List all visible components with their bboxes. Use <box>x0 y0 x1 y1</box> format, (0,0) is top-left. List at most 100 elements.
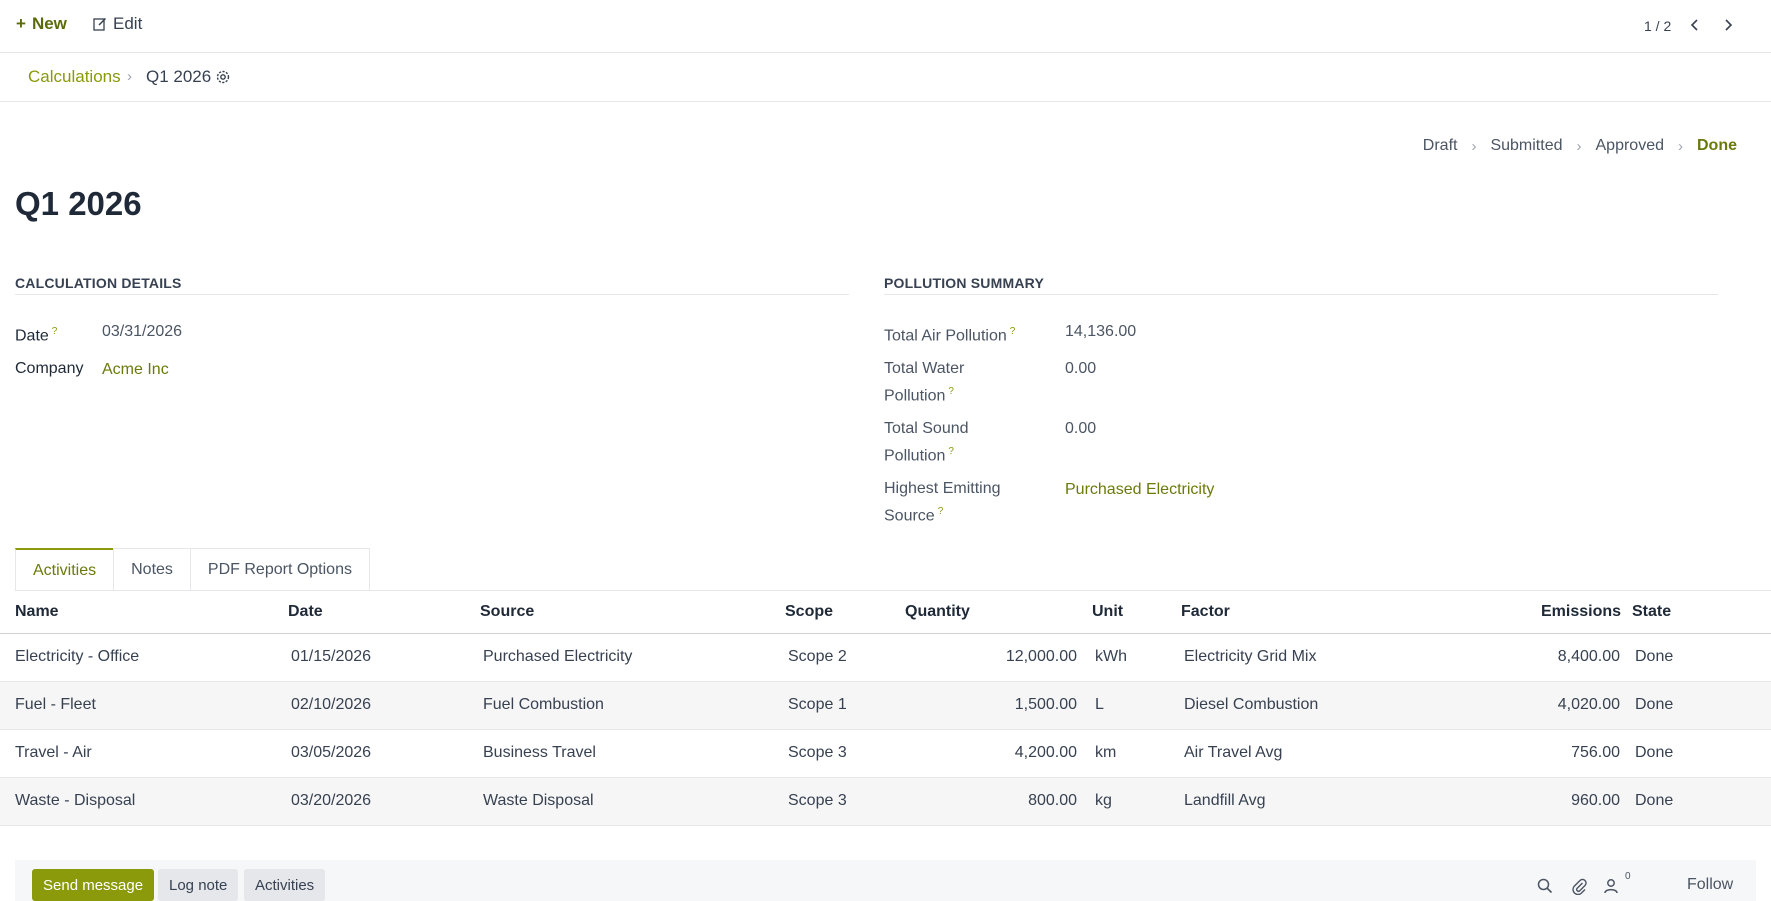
cell-name: Waste - Disposal <box>0 777 288 826</box>
cell-emissions: 960.00 <box>1541 777 1632 826</box>
page-title: Q1 2026 <box>15 185 142 222</box>
column-header-scope[interactable]: Scope <box>785 591 905 634</box>
cell-scope: Scope 2 <box>785 633 905 682</box>
table-row[interactable]: Travel - Air 03/05/2026 Business Travel … <box>0 729 1771 778</box>
activities-table: Name Date Source Scope Quantity Unit Fac… <box>0 591 1771 826</box>
new-button-label: New <box>31 14 67 33</box>
status-step-draft[interactable]: Draft <box>1423 137 1458 155</box>
status-bar: Draft › Submitted › Approved › Done <box>1423 137 1737 155</box>
column-header-emissions[interactable]: Emissions <box>1541 591 1632 634</box>
breadcrumb: Calculations › Q1 2026 <box>0 53 1771 102</box>
search-icon[interactable] <box>1536 877 1554 895</box>
pager-previous-button[interactable] <box>1683 12 1707 38</box>
cell-factor: Electricity Grid Mix <box>1181 633 1541 682</box>
cell-emissions: 756.00 <box>1541 729 1632 778</box>
cell-source: Purchased Electricity <box>480 633 785 682</box>
new-button[interactable]: + New <box>16 14 67 34</box>
plus-icon: + <box>16 14 26 33</box>
help-icon[interactable]: ? <box>948 386 954 397</box>
total-water-pollution-value: 0.00 <box>1065 360 1097 377</box>
cell-scope: Scope 1 <box>785 681 905 730</box>
cell-factor: Air Travel Avg <box>1181 729 1541 778</box>
column-header-quantity[interactable]: Quantity <box>905 591 1092 634</box>
column-header-state[interactable]: State <box>1632 591 1771 634</box>
cell-name: Electricity - Office <box>0 633 288 682</box>
total-air-pollution-value: 14,136.00 <box>1065 323 1137 340</box>
company-label: Company <box>15 360 84 377</box>
log-note-button[interactable]: Log note <box>158 869 239 901</box>
tab-activities[interactable]: Activities <box>15 548 115 591</box>
notebook-tabs: Activities Notes PDF Report Options <box>15 548 370 591</box>
cell-date: 03/05/2026 <box>288 729 480 778</box>
column-header-source[interactable]: Source <box>480 591 785 634</box>
cell-scope: Scope 3 <box>785 729 905 778</box>
table-row[interactable]: Electricity - Office 01/15/2026 Purchase… <box>0 633 1771 682</box>
cell-state: Done <box>1632 681 1771 730</box>
highest-emitting-source-label-line2: Source <box>884 507 935 525</box>
send-message-button[interactable]: Send message <box>32 869 155 901</box>
chevron-right-icon <box>1725 19 1733 31</box>
table-row[interactable]: Waste - Disposal 03/20/2026 Waste Dispos… <box>0 777 1771 826</box>
followers-icon[interactable] <box>1602 877 1620 895</box>
total-air-pollution-label-text: Total Air Pollution <box>884 327 1007 345</box>
cell-date: 03/20/2026 <box>288 777 480 826</box>
highest-emitting-source-label: Highest Emitting Source? <box>884 477 1001 527</box>
total-water-pollution-label-line2: Pollution <box>884 387 946 405</box>
tab-notes[interactable]: Notes <box>113 548 191 591</box>
cell-name: Travel - Air <box>0 729 288 778</box>
column-header-date[interactable]: Date <box>288 591 480 634</box>
total-water-pollution-label-line1: Total Water <box>884 360 965 377</box>
highest-emitting-source-label-line1: Highest Emitting <box>884 480 1001 497</box>
section-heading-calculation-details: CALCULATION DETAILS <box>15 275 849 295</box>
date-label: Date? <box>15 320 57 347</box>
breadcrumb-parent-link[interactable]: Calculations <box>28 67 121 87</box>
cell-source: Business Travel <box>480 729 785 778</box>
breadcrumb-separator-icon: › <box>127 68 132 85</box>
paperclip-icon[interactable] <box>1570 877 1588 895</box>
gear-icon[interactable] <box>214 68 232 86</box>
cell-name: Fuel - Fleet <box>0 681 288 730</box>
cell-quantity: 800.00 <box>905 777 1092 826</box>
date-label-text: Date <box>15 327 49 345</box>
cell-state: Done <box>1632 729 1771 778</box>
total-sound-pollution-value: 0.00 <box>1065 420 1097 437</box>
chevron-left-icon <box>1690 19 1698 31</box>
status-step-done[interactable]: Done <box>1697 137 1737 155</box>
cell-source: Waste Disposal <box>480 777 785 826</box>
column-header-factor[interactable]: Factor <box>1181 591 1541 634</box>
edit-button[interactable]: Edit <box>93 14 142 34</box>
pager-next-button[interactable] <box>1716 12 1740 38</box>
edit-icon <box>93 17 107 31</box>
followers-count: 0 <box>1625 871 1631 882</box>
status-step-submitted[interactable]: Submitted <box>1490 137 1562 155</box>
company-link[interactable]: Acme Inc <box>102 358 169 381</box>
activities-button[interactable]: Activities <box>244 869 326 901</box>
control-panel: + New Edit 1 / 2 <box>0 0 1771 53</box>
follow-button[interactable]: Follow <box>1687 876 1733 894</box>
cell-factor: Diesel Combustion <box>1181 681 1541 730</box>
date-field[interactable]: 03/31/2026 <box>102 320 182 343</box>
cell-unit: km <box>1092 729 1181 778</box>
total-water-pollution-label: Total Water Pollution? <box>884 357 964 407</box>
help-icon[interactable]: ? <box>1010 326 1016 337</box>
help-icon[interactable]: ? <box>948 446 954 457</box>
edit-button-label: Edit <box>113 14 143 33</box>
cell-quantity: 12,000.00 <box>905 633 1092 682</box>
pager-value[interactable]: 1 / 2 <box>1644 18 1671 34</box>
chatter-bar: Send message Log note Activities 0 Follo… <box>15 860 1756 901</box>
chevron-right-icon: › <box>1576 137 1582 155</box>
table-row[interactable]: Fuel - Fleet 02/10/2026 Fuel Combustion … <box>0 681 1771 730</box>
highest-emitting-source-link[interactable]: Purchased Electricity <box>1065 478 1214 501</box>
table-header-row: Name Date Source Scope Quantity Unit Fac… <box>0 591 1771 634</box>
help-icon[interactable]: ? <box>938 506 944 517</box>
column-header-unit[interactable]: Unit <box>1092 591 1181 634</box>
tab-pdf-report-options[interactable]: PDF Report Options <box>189 548 370 591</box>
cell-state: Done <box>1632 777 1771 826</box>
cell-source: Fuel Combustion <box>480 681 785 730</box>
help-icon[interactable]: ? <box>52 326 58 337</box>
section-heading-pollution-summary: POLLUTION SUMMARY <box>884 275 1718 295</box>
status-step-approved[interactable]: Approved <box>1596 137 1665 155</box>
cell-emissions: 4,020.00 <box>1541 681 1632 730</box>
cell-quantity: 1,500.00 <box>905 681 1092 730</box>
column-header-name[interactable]: Name <box>0 591 288 634</box>
